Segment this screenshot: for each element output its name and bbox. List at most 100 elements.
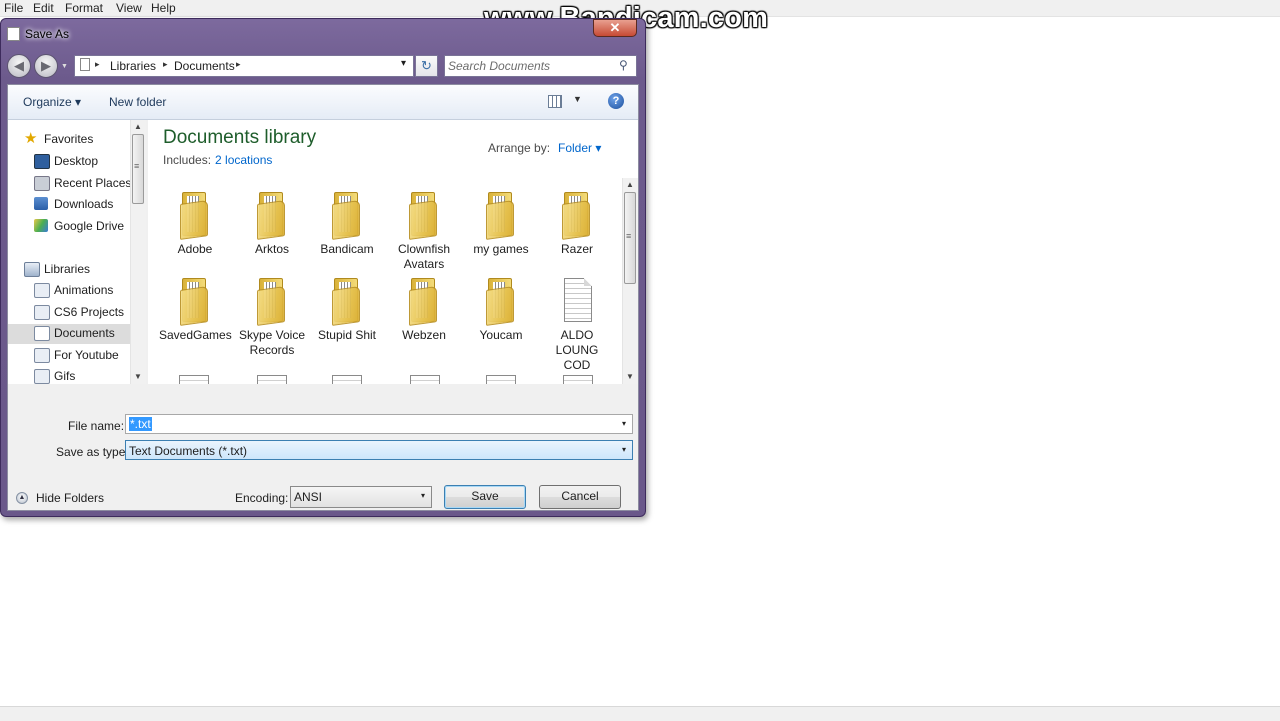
file-name-label: File name: bbox=[68, 419, 125, 433]
scroll-down-arrow[interactable]: ▼ bbox=[134, 372, 142, 381]
back-arrow-icon: ◀ bbox=[14, 58, 24, 73]
menu-format[interactable]: Format bbox=[65, 1, 103, 15]
recent-places-icon bbox=[34, 176, 50, 191]
file-item[interactable]: Clownfish Avatars bbox=[388, 192, 460, 272]
file-item-label: Skype Voice Records bbox=[238, 328, 306, 357]
change-view-icon[interactable] bbox=[548, 95, 562, 108]
scroll-up-arrow[interactable]: ▲ bbox=[626, 180, 634, 189]
command-bar: Organize ▾ New folder ▼ ? bbox=[8, 85, 638, 120]
dialog-body: Organize ▾ New folder ▼ ? ★ Favorites De… bbox=[7, 84, 639, 511]
address-dropdown-icon[interactable]: ▾ bbox=[401, 58, 406, 69]
nav-scrollbar[interactable]: ▲ ≡ ▼ bbox=[130, 120, 146, 384]
nav-downloads[interactable]: Downloads bbox=[34, 195, 130, 215]
partial-file-icon bbox=[179, 375, 209, 384]
close-button[interactable]: ✕ bbox=[593, 19, 637, 37]
encoding-select[interactable]: ANSI ▾ bbox=[290, 486, 432, 508]
dialog-title: Save As bbox=[25, 27, 70, 41]
library-icon bbox=[34, 283, 50, 298]
organize-button[interactable]: Organize ▾ bbox=[23, 95, 81, 109]
file-name-dropdown-icon[interactable]: ▾ bbox=[616, 415, 632, 433]
menu-file[interactable]: File bbox=[4, 1, 23, 15]
file-item[interactable]: ALDO LOUNG COD bbox=[541, 278, 613, 373]
folder-icon bbox=[560, 192, 594, 240]
file-name-input[interactable]: *.txt bbox=[129, 417, 152, 431]
nav-desktop[interactable]: Desktop bbox=[34, 152, 130, 172]
new-folder-button[interactable]: New folder bbox=[109, 95, 166, 109]
file-item[interactable]: Skype Voice Records bbox=[236, 278, 308, 358]
address-bar[interactable]: ▸ Libraries ▸ Documents ▸ ▾ bbox=[74, 55, 414, 77]
save-button[interactable]: Save bbox=[444, 485, 526, 509]
file-item-label: SavedGames bbox=[159, 328, 232, 342]
file-item[interactable]: Webzen bbox=[388, 278, 460, 343]
library-includes: Includes: 2 locations bbox=[163, 153, 273, 167]
view-options-dropdown[interactable]: ▼ bbox=[573, 94, 582, 104]
search-icon[interactable]: ⚲ bbox=[619, 58, 628, 72]
encoding-dropdown-icon[interactable]: ▾ bbox=[415, 487, 431, 505]
libraries-icon bbox=[24, 262, 40, 277]
star-icon: ★ bbox=[24, 130, 38, 147]
nav-gifs[interactable]: Gifs bbox=[34, 367, 130, 384]
menu-edit[interactable]: Edit bbox=[33, 1, 54, 15]
nav-for-youtube[interactable]: For Youtube bbox=[34, 346, 130, 366]
library-icon bbox=[34, 348, 50, 363]
back-button[interactable]: ◀ bbox=[7, 54, 31, 78]
nav-scroll-thumb[interactable]: ≡ bbox=[132, 134, 144, 204]
folder-icon bbox=[330, 278, 364, 326]
partial-file-icon bbox=[563, 375, 593, 384]
menu-view[interactable]: View bbox=[116, 1, 142, 15]
search-box[interactable]: ⚲ bbox=[444, 55, 637, 77]
refresh-icon: ↻ bbox=[421, 58, 432, 73]
file-item[interactable]: Stupid Shit bbox=[311, 278, 383, 343]
arrange-by-dropdown[interactable]: Folder ▾ bbox=[558, 141, 601, 155]
file-scrollbar[interactable]: ▲ ≡ ▼ bbox=[622, 178, 638, 384]
file-item[interactable]: Arktos bbox=[236, 192, 308, 257]
nav-favorites[interactable]: ★ Favorites bbox=[24, 130, 124, 150]
save-as-type-label: Save as type: bbox=[56, 445, 129, 459]
nav-google-drive[interactable]: Google Drive bbox=[34, 217, 130, 237]
file-item[interactable]: Adobe bbox=[159, 192, 231, 257]
forward-button[interactable]: ▶ bbox=[34, 54, 58, 78]
partial-file-icon bbox=[410, 375, 440, 384]
file-item[interactable]: my games bbox=[465, 192, 537, 257]
folder-icon bbox=[178, 192, 212, 240]
scroll-down-arrow[interactable]: ▼ bbox=[626, 372, 634, 381]
save-as-type-dropdown-icon[interactable]: ▾ bbox=[616, 441, 632, 459]
encoding-label: Encoding: bbox=[235, 491, 289, 505]
nav-recent-places[interactable]: Recent Places bbox=[34, 174, 131, 194]
partial-file-icon bbox=[332, 375, 362, 384]
folder-icon bbox=[330, 192, 364, 240]
menu-help[interactable]: Help bbox=[151, 1, 176, 15]
file-item-label: Razer bbox=[560, 242, 593, 256]
grip-icon: ≡ bbox=[134, 161, 140, 171]
file-item[interactable]: SavedGames bbox=[159, 278, 232, 343]
file-list-pane: Documents library Includes: 2 locations A… bbox=[148, 120, 638, 384]
help-icon[interactable]: ? bbox=[608, 93, 624, 109]
google-drive-icon bbox=[34, 219, 48, 232]
save-as-type-select[interactable]: Text Documents (*.txt) ▾ bbox=[125, 440, 633, 460]
file-item-label: Stupid Shit bbox=[317, 328, 377, 342]
nav-animations[interactable]: Animations bbox=[34, 281, 130, 301]
cancel-button[interactable]: Cancel bbox=[539, 485, 621, 509]
locations-link[interactable]: 2 locations bbox=[215, 153, 272, 167]
file-item-label: Bandicam bbox=[320, 242, 374, 256]
breadcrumb-libraries[interactable]: Libraries bbox=[110, 59, 156, 73]
partial-file-icon bbox=[257, 375, 287, 384]
navigation-pane: ★ Favorites Desktop Recent Places Downlo… bbox=[8, 120, 146, 384]
file-item[interactable]: Razer bbox=[541, 192, 613, 257]
folder-icon bbox=[178, 278, 212, 326]
nav-documents[interactable]: Documents bbox=[8, 324, 130, 344]
recent-pages-dropdown[interactable]: ▼ bbox=[61, 63, 68, 70]
library-icon bbox=[34, 369, 50, 384]
file-scroll-thumb[interactable]: ≡ bbox=[624, 192, 636, 284]
search-input[interactable] bbox=[448, 58, 613, 74]
file-item[interactable]: Bandicam bbox=[311, 192, 383, 257]
file-item[interactable]: Youcam bbox=[465, 278, 537, 343]
breadcrumb-documents[interactable]: Documents bbox=[174, 59, 235, 73]
refresh-button[interactable]: ↻ bbox=[415, 55, 438, 77]
file-item-label: Adobe bbox=[177, 242, 213, 256]
scroll-up-arrow[interactable]: ▲ bbox=[134, 122, 142, 131]
nav-cs6-projects[interactable]: CS6 Projects bbox=[34, 303, 130, 323]
folder-icon bbox=[484, 278, 518, 326]
nav-libraries[interactable]: Libraries bbox=[24, 260, 124, 280]
file-name-field[interactable]: *.txt ▾ bbox=[125, 414, 633, 434]
